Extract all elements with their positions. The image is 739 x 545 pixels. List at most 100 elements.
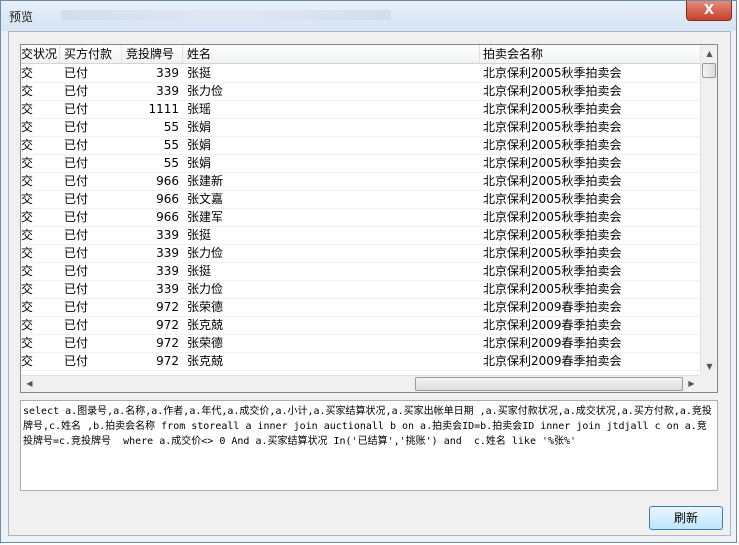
cell-buyer-payment: 已付	[64, 192, 89, 206]
cell-buyer-payment: 已付	[64, 120, 89, 134]
scrollbar-corner	[700, 375, 717, 392]
cell-deal-status: 交	[21, 228, 34, 242]
cell-deal-status: 交	[21, 318, 34, 332]
cell-name: 张力俭	[187, 84, 224, 98]
cell-auction-name: 北京保利2005秋季拍卖会	[483, 246, 622, 260]
scroll-right-icon[interactable]: ▶	[684, 376, 699, 392]
cell-name: 张瑶	[187, 102, 212, 116]
cell-deal-status: 交	[21, 282, 34, 296]
table-row[interactable]: 交 已付 972 张克兢 北京保利2009春季拍卖会	[21, 352, 701, 371]
cell-auction-name: 北京保利2005秋季拍卖会	[483, 192, 622, 206]
column-header-deal-status[interactable]: 交状况	[21, 45, 60, 63]
column-header-name[interactable]: 姓名	[183, 45, 480, 63]
cell-deal-status: 交	[21, 192, 34, 206]
cell-paddle-number: 1111	[148, 102, 179, 116]
cell-paddle-number: 339	[156, 66, 179, 80]
cell-paddle-number: 339	[156, 264, 179, 278]
table-row[interactable]: 交 已付 55 张娟 北京保利2005秋季拍卖会	[21, 154, 701, 173]
cell-paddle-number: 966	[156, 192, 179, 206]
results-grid[interactable]: 交状况 买方付款 竞投牌号 姓名 拍卖会名称 交已付 339 张挺 北京保利2005秋…	[20, 44, 718, 393]
cell-paddle-number: 55	[163, 156, 179, 170]
cell-name: 张挺	[187, 66, 212, 80]
title-bar[interactable]: 预览 X	[1, 1, 736, 31]
scroll-up-icon[interactable]: ▲	[702, 46, 717, 62]
cell-name: 张荣德	[187, 300, 224, 314]
title-bar-blurred-text	[61, 10, 391, 20]
table-row[interactable]: 交 已付 972 张荣德 北京保利2009春季拍卖会	[21, 298, 701, 317]
table-row[interactable]: 交 已付 966 张建新 北京保利2005秋季拍卖会	[21, 172, 701, 191]
cell-deal-status: 交	[21, 102, 34, 116]
cell-auction-name: 北京保利2009春季拍卖会	[483, 300, 622, 314]
table-row[interactable]: 交 已付 55 张娟 北京保利2005秋季拍卖会	[21, 118, 701, 137]
cell-buyer-payment: 已付	[64, 84, 89, 98]
cell-name: 张挺	[187, 264, 212, 278]
table-row[interactable]: 交 已付 966 张建军 北京保利2005秋季拍卖会	[21, 208, 701, 227]
cell-auction-name: 北京保利2005秋季拍卖会	[483, 174, 622, 188]
horizontal-scrollbar[interactable]: ◀ ▶	[21, 375, 701, 392]
cell-name: 张娟	[187, 120, 212, 134]
table-row[interactable]: 交 已付 339 张挺 北京保利2005秋季拍卖会	[21, 64, 701, 83]
sql-textbox[interactable]: select a.图录号,a.名称,a.作者,a.年代,a.成交价,a.小计,a…	[20, 400, 718, 491]
cell-buyer-payment: 已付	[64, 174, 89, 188]
cell-deal-status: 交	[21, 264, 34, 278]
cell-auction-name: 北京保利2005秋季拍卖会	[483, 66, 622, 80]
table-row[interactable]: 交 已付 339 张力俭 北京保利2005秋季拍卖会	[21, 280, 701, 299]
cell-paddle-number: 972	[156, 354, 179, 368]
close-button[interactable]: X	[686, 1, 732, 21]
table-row[interactable]: 交 已付 1111 张瑶 北京保利2005秋季拍卖会	[21, 100, 701, 119]
table-row[interactable]: 交 已付 339 张挺 北京保利2005秋季拍卖会	[21, 262, 701, 281]
cell-paddle-number: 972	[156, 300, 179, 314]
cell-name: 张建军	[187, 210, 224, 224]
cell-buyer-payment: 已付	[64, 210, 89, 224]
cell-auction-name: 北京保利2005秋季拍卖会	[483, 264, 622, 278]
cell-deal-status: 交	[21, 156, 34, 170]
cell-buyer-payment: 已付	[64, 138, 89, 152]
cell-buyer-payment: 已付	[64, 156, 89, 170]
cell-auction-name: 北京保利2009春季拍卖会	[483, 318, 622, 332]
column-header-paddle-number[interactable]: 竞投牌号	[122, 45, 183, 63]
cell-auction-name: 北京保利2005秋季拍卖会	[483, 282, 622, 296]
cell-auction-name: 北京保利2005秋季拍卖会	[483, 102, 622, 116]
cell-deal-status: 交	[21, 120, 34, 134]
cell-buyer-payment: 已付	[64, 282, 89, 296]
cell-buyer-payment: 已付	[64, 336, 89, 350]
cell-deal-status: 交	[21, 300, 34, 314]
cell-name: 张挺	[187, 228, 212, 242]
cell-auction-name: 北京保利2005秋季拍卖会	[483, 120, 622, 134]
cell-paddle-number: 339	[156, 228, 179, 242]
vertical-scroll-thumb[interactable]	[702, 63, 716, 78]
scroll-left-icon[interactable]: ◀	[22, 376, 37, 392]
cell-auction-name: 北京保利2005秋季拍卖会	[483, 138, 622, 152]
cell-paddle-number: 339	[156, 282, 179, 296]
cell-auction-name: 北京保利2005秋季拍卖会	[483, 210, 622, 224]
table-row[interactable]: 交 已付 966 张文嘉 北京保利2005秋季拍卖会	[21, 190, 701, 209]
vertical-scrollbar[interactable]: ▲ ▼	[700, 45, 717, 376]
table-row[interactable]: 交 已付 339 张挺 北京保利2005秋季拍卖会	[21, 226, 701, 245]
cell-name: 张建新	[187, 174, 224, 188]
table-row[interactable]: 交 已付 972 张荣德 北京保利2009春季拍卖会	[21, 334, 701, 353]
cell-deal-status: 交	[21, 210, 34, 224]
scroll-down-icon[interactable]: ▼	[702, 359, 717, 375]
table-row[interactable]: 交 已付 55 张娟 北京保利2005秋季拍卖会	[21, 136, 701, 155]
cell-name: 张荣德	[187, 336, 224, 350]
cell-paddle-number: 339	[156, 84, 179, 98]
cell-paddle-number: 972	[156, 336, 179, 350]
column-header-auction-name[interactable]: 拍卖会名称	[480, 45, 701, 63]
cell-buyer-payment: 已付	[64, 246, 89, 260]
cell-buyer-payment: 已付	[64, 300, 89, 314]
table-row[interactable]: 交 已付 972 张克兢 北京保利2009春季拍卖会	[21, 316, 701, 335]
table-row[interactable]: 交 已付 339 张力俭 北京保利2005秋季拍卖会	[21, 244, 701, 263]
table-row[interactable]: 交 已付 339 张力俭 北京保利2005秋季拍卖会	[21, 82, 701, 101]
horizontal-scroll-thumb[interactable]	[415, 377, 683, 391]
cell-paddle-number: 55	[163, 138, 179, 152]
client-area: 交状况 买方付款 竞投牌号 姓名 拍卖会名称 交已付 339 张挺 北京保利2005秋…	[8, 31, 731, 536]
column-header-buyer-payment[interactable]: 买方付款	[60, 45, 122, 63]
cell-name: 张文嘉	[187, 192, 224, 206]
cell-deal-status: 交	[21, 336, 34, 350]
cell-deal-status: 交	[21, 174, 34, 188]
cell-deal-status: 交	[21, 138, 34, 152]
cell-name: 张力俭	[187, 246, 224, 260]
cell-auction-name: 北京保利2005秋季拍卖会	[483, 228, 622, 242]
cell-deal-status: 交	[21, 84, 34, 98]
refresh-button[interactable]: 刷新	[649, 506, 723, 530]
